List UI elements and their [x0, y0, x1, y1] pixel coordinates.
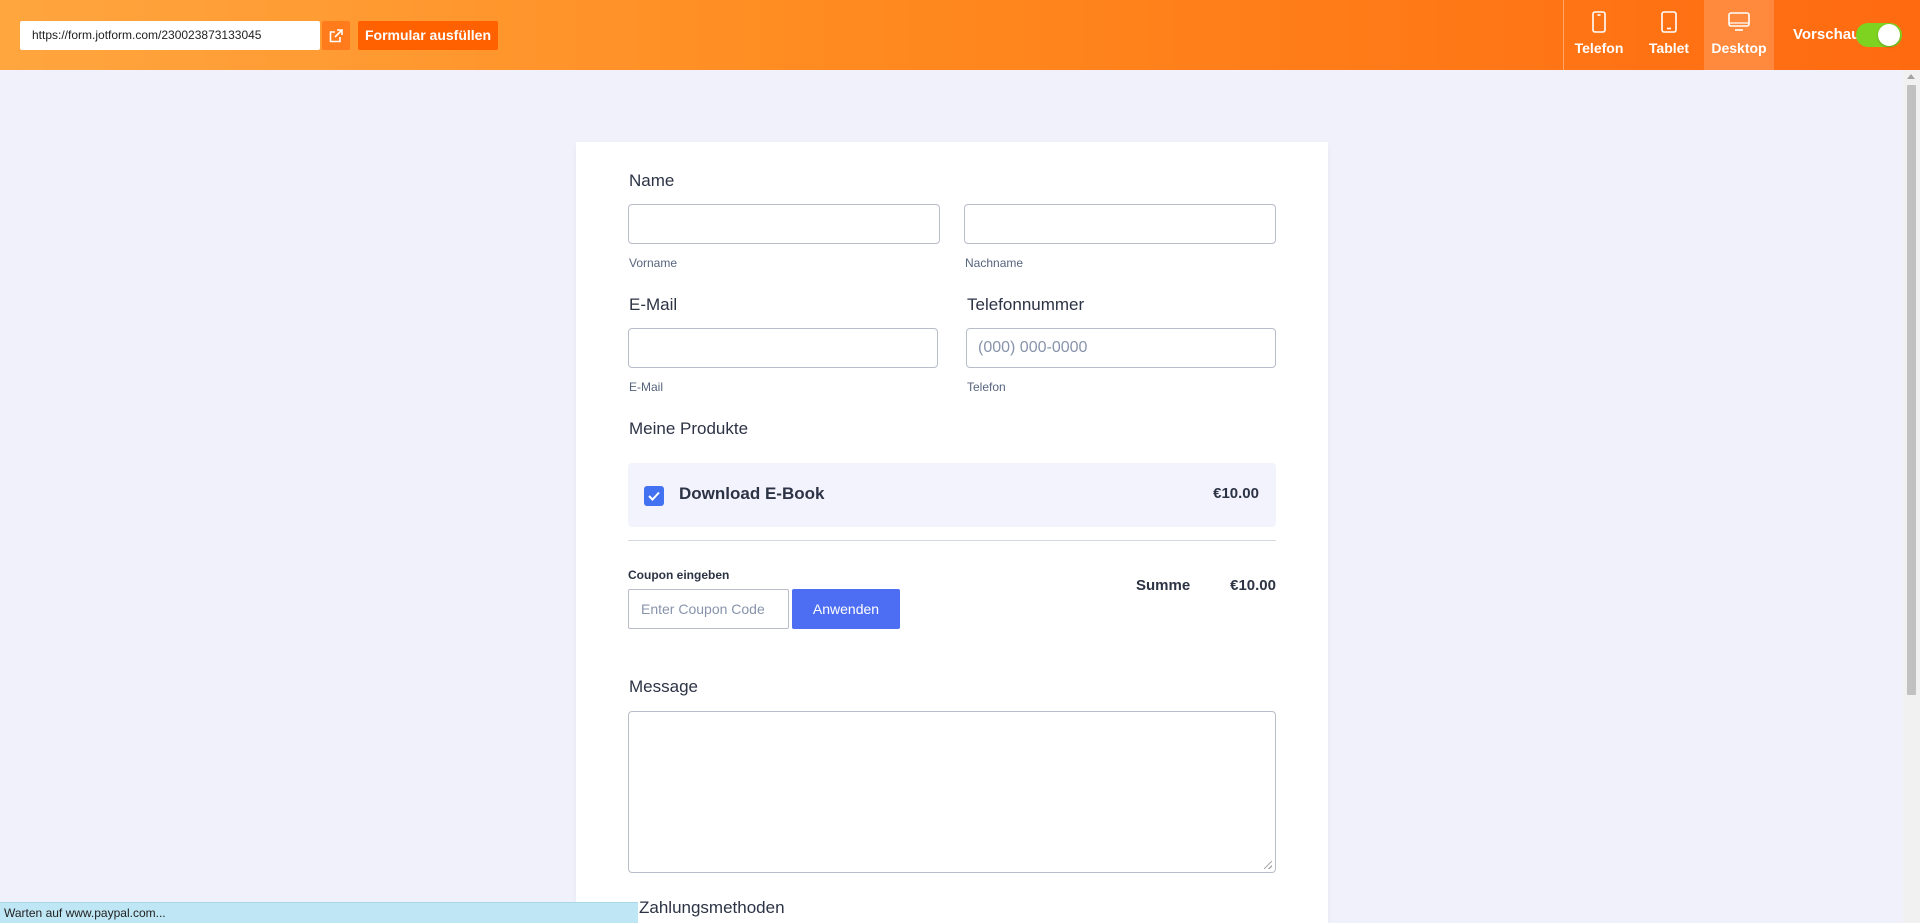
first-name-sublabel: Vorname	[629, 256, 678, 270]
email-input[interactable]	[628, 328, 938, 368]
phone-label: Telefonnummer	[967, 295, 1085, 314]
product-item[interactable]: Download E-Book €10.00	[628, 463, 1276, 527]
product-name: Download E-Book	[679, 484, 825, 503]
phone-input[interactable]: (000) 000-0000	[966, 328, 1276, 368]
phone-sublabel: Telefon	[967, 380, 1006, 394]
top-bar: https://form.jotform.com/230023873133045…	[0, 0, 1920, 70]
apply-coupon-button[interactable]: Anwenden	[792, 589, 900, 629]
total-value: €10.00	[1230, 577, 1276, 594]
device-desktop-label: Desktop	[1711, 40, 1767, 56]
open-external-button[interactable]	[322, 21, 350, 50]
first-name-input[interactable]	[628, 204, 940, 244]
tablet-icon	[1661, 11, 1677, 33]
coupon-label: Coupon eingeben	[628, 568, 730, 582]
desktop-icon	[1728, 12, 1750, 31]
last-name-input[interactable]	[964, 204, 1276, 244]
message-label: Message	[629, 677, 698, 696]
email-sublabel: E-Mail	[629, 380, 664, 394]
scrollbar-thumb[interactable]	[1907, 85, 1916, 695]
checkmark-icon	[648, 491, 660, 501]
product-price: €10.00	[1213, 485, 1259, 502]
preview-label: Vorschau	[1793, 26, 1861, 43]
external-link-icon	[329, 28, 343, 42]
device-desktop-button[interactable]: Desktop	[1704, 0, 1774, 70]
resize-handle-icon[interactable]	[1264, 861, 1272, 869]
form-card: Name Vorname Nachname E-Mail Telefonnumm…	[576, 142, 1328, 923]
toggle-knob	[1878, 24, 1900, 46]
device-telefon-button[interactable]: Telefon	[1564, 0, 1634, 70]
last-name-sublabel: Nachname	[965, 256, 1024, 270]
message-textarea[interactable]	[628, 711, 1276, 873]
device-telefon-label: Telefon	[1574, 40, 1624, 56]
total-label: Summe	[1136, 577, 1191, 594]
preview-toggle[interactable]	[1856, 23, 1902, 47]
product-checkbox[interactable]	[644, 486, 664, 506]
email-label: E-Mail	[629, 295, 678, 314]
fill-form-button[interactable]: Formular ausfüllen	[358, 21, 498, 50]
device-tablet-label: Tablet	[1648, 40, 1690, 56]
form-url-field[interactable]: https://form.jotform.com/230023873133045	[20, 21, 320, 50]
phone-icon	[1592, 11, 1606, 33]
device-tablet-button[interactable]: Tablet	[1634, 0, 1704, 70]
coupon-input[interactable]: Enter Coupon Code	[628, 589, 789, 629]
browser-status-bar: Warten auf www.paypal.com...	[0, 902, 638, 923]
products-label: Meine Produkte	[629, 419, 749, 438]
name-label: Name	[629, 171, 675, 190]
scroll-up-arrow-icon[interactable]	[1907, 74, 1915, 79]
page-scrollbar[interactable]	[1903, 70, 1920, 923]
products-divider	[628, 540, 1276, 541]
payment-methods-label: Zahlungsmethoden	[639, 898, 785, 917]
